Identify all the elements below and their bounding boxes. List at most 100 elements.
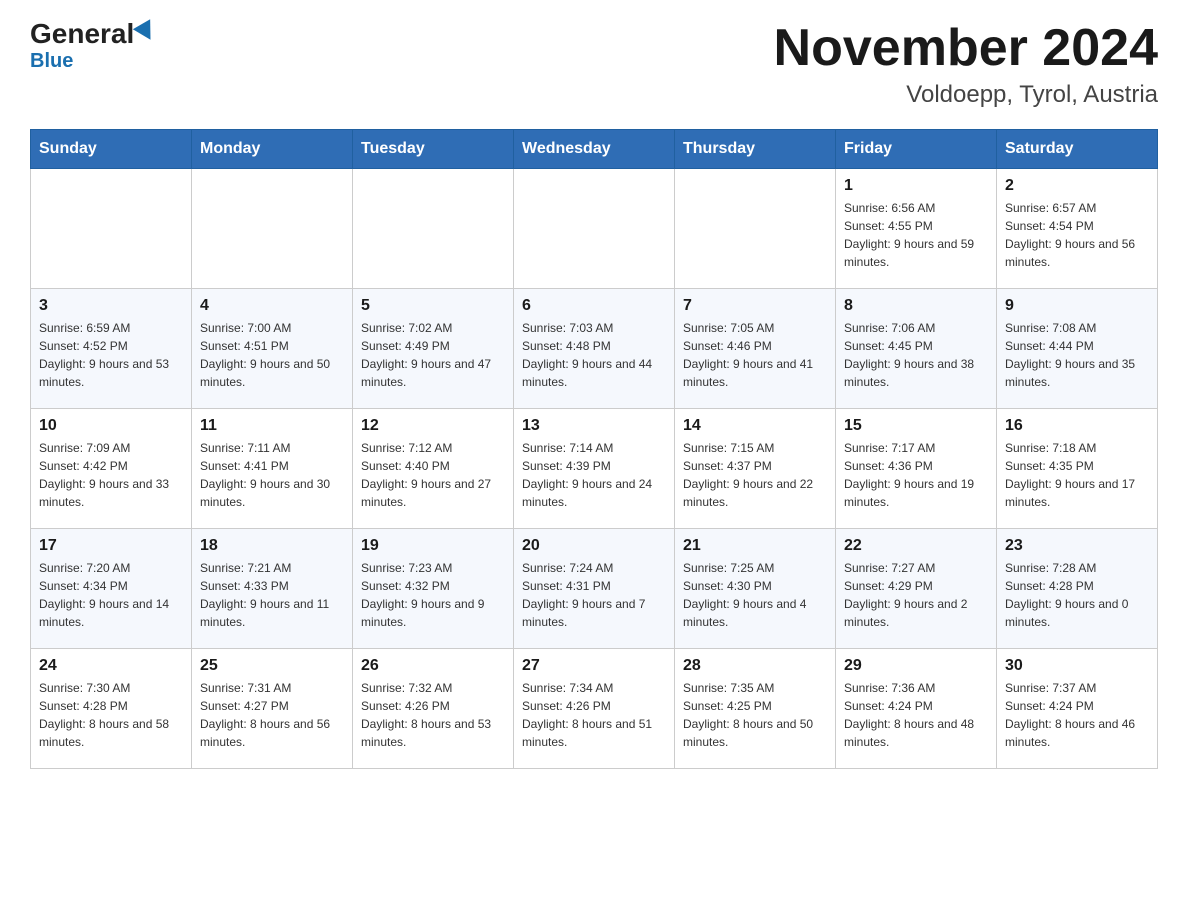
calendar-cell: 1 Sunrise: 6:56 AM Sunset: 4:55 PM Daylig… (836, 169, 997, 289)
day-number: 24 (39, 657, 183, 675)
calendar-cell: 9 Sunrise: 7:08 AM Sunset: 4:44 PM Daylig… (997, 289, 1158, 409)
day-number: 15 (844, 417, 988, 435)
week-row-5: 24 Sunrise: 7:30 AM Sunset: 4:28 PM Dayli… (31, 649, 1158, 769)
calendar-cell: 6 Sunrise: 7:03 AM Sunset: 4:48 PM Daylig… (514, 289, 675, 409)
day-info: Sunrise: 7:30 AM Sunset: 4:28 PM Dayligh… (39, 679, 183, 751)
day-info: Sunrise: 7:32 AM Sunset: 4:26 PM Dayligh… (361, 679, 505, 751)
day-info: Sunrise: 6:59 AM Sunset: 4:52 PM Dayligh… (39, 319, 183, 391)
col-header-monday: Monday (192, 130, 353, 169)
day-info: Sunrise: 7:34 AM Sunset: 4:26 PM Dayligh… (522, 679, 666, 751)
day-number: 10 (39, 417, 183, 435)
calendar-cell (192, 169, 353, 289)
calendar-cell: 24 Sunrise: 7:30 AM Sunset: 4:28 PM Dayli… (31, 649, 192, 769)
day-number: 23 (1005, 537, 1149, 555)
day-number: 2 (1005, 177, 1149, 195)
day-number: 30 (1005, 657, 1149, 675)
day-info: Sunrise: 7:36 AM Sunset: 4:24 PM Dayligh… (844, 679, 988, 751)
logo-main: General (30, 20, 156, 48)
calendar-cell: 4 Sunrise: 7:00 AM Sunset: 4:51 PM Daylig… (192, 289, 353, 409)
day-number: 17 (39, 537, 183, 555)
day-number: 21 (683, 537, 827, 555)
day-info: Sunrise: 7:31 AM Sunset: 4:27 PM Dayligh… (200, 679, 344, 751)
day-info: Sunrise: 7:05 AM Sunset: 4:46 PM Dayligh… (683, 319, 827, 391)
calendar-cell: 5Sunrise: 7:02 AM Sunset: 4:49 PM Daylig… (353, 289, 514, 409)
calendar-cell: 30 Sunrise: 7:37 AM Sunset: 4:24 PM Dayli… (997, 649, 1158, 769)
day-number: 13 (522, 417, 666, 435)
calendar-cell: 21Sunrise: 7:25 AM Sunset: 4:30 PM Dayli… (675, 529, 836, 649)
calendar-table: SundayMondayTuesdayWednesdayThursdayFrid… (30, 129, 1158, 769)
calendar-subtitle: Voldoepp, Tyrol, Austria (774, 81, 1158, 109)
calendar-cell: 13 Sunrise: 7:14 AM Sunset: 4:39 PM Dayli… (514, 409, 675, 529)
day-info: Sunrise: 7:03 AM Sunset: 4:48 PM Dayligh… (522, 319, 666, 391)
calendar-cell: 17 Sunrise: 7:20 AM Sunset: 4:34 PM Dayli… (31, 529, 192, 649)
day-info: Sunrise: 7:15 AM Sunset: 4:37 PM Dayligh… (683, 439, 827, 511)
col-header-wednesday: Wednesday (514, 130, 675, 169)
day-number: 1 (844, 177, 988, 195)
calendar-cell (675, 169, 836, 289)
day-number: 22 (844, 537, 988, 555)
calendar-cell: 20Sunrise: 7:24 AM Sunset: 4:31 PM Dayli… (514, 529, 675, 649)
calendar-cell: 3 Sunrise: 6:59 AM Sunset: 4:52 PM Daylig… (31, 289, 192, 409)
week-row-4: 17 Sunrise: 7:20 AM Sunset: 4:34 PM Dayli… (31, 529, 1158, 649)
calendar-cell: 28Sunrise: 7:35 AM Sunset: 4:25 PM Dayli… (675, 649, 836, 769)
day-number: 28 (683, 657, 827, 675)
calendar-cell: 14 Sunrise: 7:15 AM Sunset: 4:37 PM Dayli… (675, 409, 836, 529)
calendar-cell: 10 Sunrise: 7:09 AM Sunset: 4:42 PM Dayli… (31, 409, 192, 529)
day-info: Sunrise: 7:14 AM Sunset: 4:39 PM Dayligh… (522, 439, 666, 511)
week-row-2: 3 Sunrise: 6:59 AM Sunset: 4:52 PM Daylig… (31, 289, 1158, 409)
calendar-title: November 2024 (774, 20, 1158, 77)
day-number: 9 (1005, 297, 1149, 315)
day-number: 4 (200, 297, 344, 315)
calendar-cell: 7 Sunrise: 7:05 AM Sunset: 4:46 PM Daylig… (675, 289, 836, 409)
calendar-cell: 15Sunrise: 7:17 AM Sunset: 4:36 PM Dayli… (836, 409, 997, 529)
day-number: 14 (683, 417, 827, 435)
logo: General Blue (30, 20, 156, 73)
week-row-3: 10 Sunrise: 7:09 AM Sunset: 4:42 PM Dayli… (31, 409, 1158, 529)
calendar-cell: 29 Sunrise: 7:36 AM Sunset: 4:24 PM Dayli… (836, 649, 997, 769)
logo-subtitle: Blue (30, 50, 73, 73)
day-number: 27 (522, 657, 666, 675)
day-number: 3 (39, 297, 183, 315)
day-info: Sunrise: 7:27 AM Sunset: 4:29 PM Dayligh… (844, 559, 988, 631)
calendar-cell: 16Sunrise: 7:18 AM Sunset: 4:35 PM Dayli… (997, 409, 1158, 529)
day-info: Sunrise: 7:11 AM Sunset: 4:41 PM Dayligh… (200, 439, 344, 511)
calendar-cell: 2Sunrise: 6:57 AM Sunset: 4:54 PM Daylig… (997, 169, 1158, 289)
col-header-thursday: Thursday (675, 130, 836, 169)
day-info: Sunrise: 7:00 AM Sunset: 4:51 PM Dayligh… (200, 319, 344, 391)
day-number: 19 (361, 537, 505, 555)
day-info: Sunrise: 7:23 AM Sunset: 4:32 PM Dayligh… (361, 559, 505, 631)
day-number: 18 (200, 537, 344, 555)
day-number: 7 (683, 297, 827, 315)
week-row-1: 1 Sunrise: 6:56 AM Sunset: 4:55 PM Daylig… (31, 169, 1158, 289)
day-info: Sunrise: 7:24 AM Sunset: 4:31 PM Dayligh… (522, 559, 666, 631)
calendar-cell (353, 169, 514, 289)
day-info: Sunrise: 7:37 AM Sunset: 4:24 PM Dayligh… (1005, 679, 1149, 751)
day-number: 25 (200, 657, 344, 675)
calendar-cell: 22 Sunrise: 7:27 AM Sunset: 4:29 PM Dayli… (836, 529, 997, 649)
day-info: Sunrise: 7:18 AM Sunset: 4:35 PM Dayligh… (1005, 439, 1149, 511)
day-info: Sunrise: 6:56 AM Sunset: 4:55 PM Dayligh… (844, 199, 988, 271)
day-info: Sunrise: 7:06 AM Sunset: 4:45 PM Dayligh… (844, 319, 988, 391)
day-info: Sunrise: 7:12 AM Sunset: 4:40 PM Dayligh… (361, 439, 505, 511)
col-header-saturday: Saturday (997, 130, 1158, 169)
calendar-cell: 27 Sunrise: 7:34 AM Sunset: 4:26 PM Dayli… (514, 649, 675, 769)
day-info: Sunrise: 7:20 AM Sunset: 4:34 PM Dayligh… (39, 559, 183, 631)
calendar-header-row: SundayMondayTuesdayWednesdayThursdayFrid… (31, 130, 1158, 169)
day-info: Sunrise: 7:09 AM Sunset: 4:42 PM Dayligh… (39, 439, 183, 511)
calendar-cell (514, 169, 675, 289)
calendar-cell (31, 169, 192, 289)
col-header-tuesday: Tuesday (353, 130, 514, 169)
day-number: 29 (844, 657, 988, 675)
col-header-sunday: Sunday (31, 130, 192, 169)
day-number: 8 (844, 297, 988, 315)
calendar-cell: 19 Sunrise: 7:23 AM Sunset: 4:32 PM Dayli… (353, 529, 514, 649)
calendar-cell: 26Sunrise: 7:32 AM Sunset: 4:26 PM Dayli… (353, 649, 514, 769)
day-info: Sunrise: 7:08 AM Sunset: 4:44 PM Dayligh… (1005, 319, 1149, 391)
page-header: General Blue November 2024 Voldoepp, Tyr… (30, 20, 1158, 109)
day-number: 5 (361, 297, 505, 315)
day-info: Sunrise: 7:28 AM Sunset: 4:28 PM Dayligh… (1005, 559, 1149, 631)
col-header-friday: Friday (836, 130, 997, 169)
day-number: 6 (522, 297, 666, 315)
calendar-cell: 18Sunrise: 7:21 AM Sunset: 4:33 PM Dayli… (192, 529, 353, 649)
day-number: 12 (361, 417, 505, 435)
